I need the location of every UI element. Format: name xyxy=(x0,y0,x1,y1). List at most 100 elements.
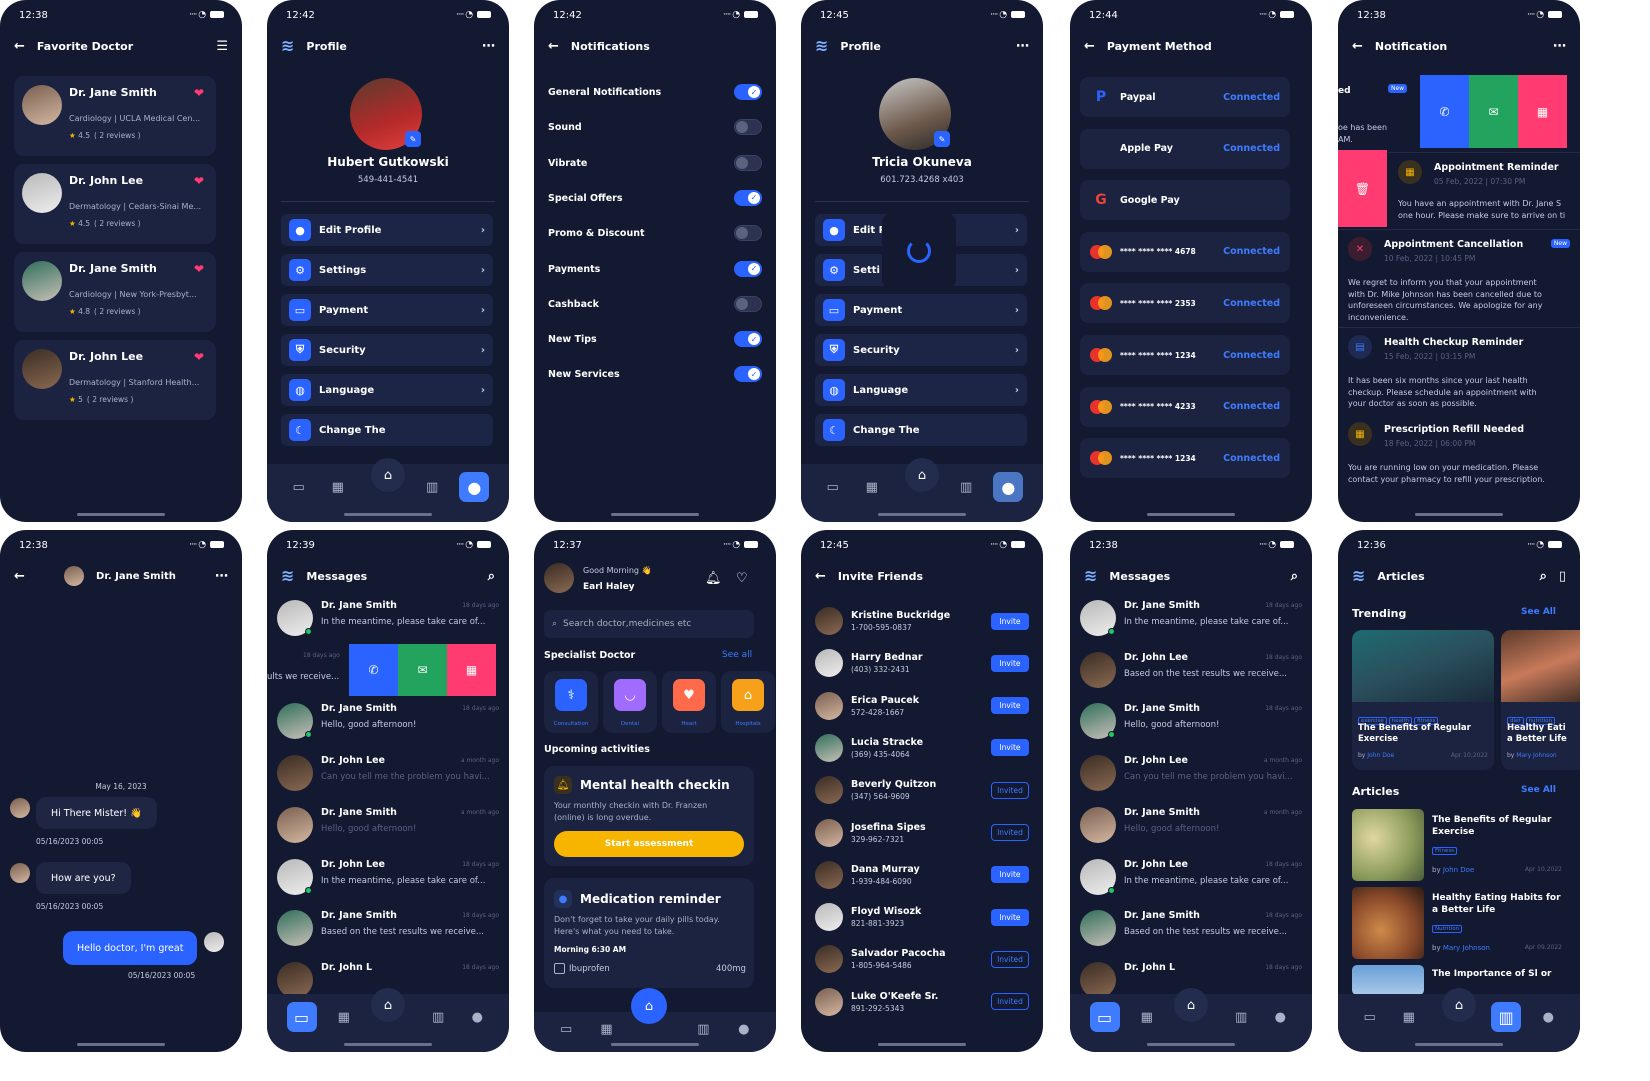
message-row[interactable]: Dr. John Lee Can you tell me the problem … xyxy=(267,747,509,799)
profile-icon[interactable]: ● xyxy=(465,1010,489,1025)
setting-toggle[interactable]: ✓ xyxy=(734,260,762,277)
start-assessment-button[interactable]: Start assessment xyxy=(554,831,744,857)
payment-method-row[interactable]: Apple Pay Connected xyxy=(1080,128,1290,169)
setting-toggle[interactable]: ✓ xyxy=(734,189,762,206)
menu-item[interactable]: ▭ Payment › xyxy=(815,294,1027,326)
hospital-icon[interactable]: ▥ xyxy=(1491,1002,1522,1032)
menu-item[interactable]: ◍ Language › xyxy=(281,374,493,406)
search-icon[interactable]: ⌕ xyxy=(488,570,495,583)
bookmark-icon[interactable]: ▯ xyxy=(1559,570,1566,583)
message-row[interactable]: Dr. Jane Smith Based on the test results … xyxy=(267,902,509,954)
bell-icon[interactable]: 🔔︎ xyxy=(705,572,722,585)
message-row[interactable]: Dr. John Lee In the meantime, please take… xyxy=(1070,851,1312,903)
back-arrow-icon[interactable]: ← xyxy=(14,570,25,583)
category-card[interactable]: ⚕ Consultation xyxy=(544,671,598,733)
more-icon[interactable]: ⋯ xyxy=(215,570,228,583)
calendar-icon[interactable]: ▦ xyxy=(332,1010,356,1025)
chat-icon[interactable]: ▭ xyxy=(821,480,845,495)
medication-checkbox[interactable] xyxy=(554,963,565,974)
invited-button[interactable]: Invited xyxy=(991,824,1029,841)
invited-button[interactable]: Invited xyxy=(991,781,1029,799)
profile-icon[interactable]: ● xyxy=(993,472,1024,502)
setting-toggle[interactable] xyxy=(734,154,762,171)
message-row[interactable]: Dr. Jane Smith Hello, good afternoon! 18 d… xyxy=(267,695,509,747)
chat-icon[interactable]: ▭ xyxy=(287,480,311,495)
calendar-icon[interactable]: ▦ xyxy=(326,480,350,495)
doctor-card[interactable]: Dr. John Lee ❤ Dermatology | Stanford Heal… xyxy=(14,340,216,420)
notification-item[interactable]: ✕ Appointment Cancellation 10 Feb, 2022 | … xyxy=(1338,229,1580,327)
notification-item[interactable]: ▦ Prescription Refill Needed 18 Feb, 2022 … xyxy=(1338,422,1580,512)
invited-button[interactable]: Invited xyxy=(991,993,1029,1011)
back-arrow-icon[interactable]: ← xyxy=(1352,40,1363,53)
message-row[interactable]: 18 days ago ults we receive... ✆ ✉ ▦ xyxy=(267,643,509,696)
delete-action-button[interactable]: 🗑 xyxy=(1338,150,1387,227)
menu-item[interactable]: ☾ Change The xyxy=(815,414,1027,446)
invite-button[interactable]: Invite xyxy=(991,739,1029,757)
heart-icon[interactable]: ❤ xyxy=(194,350,204,364)
invite-button[interactable]: Invite xyxy=(991,654,1029,672)
home-icon[interactable]: ⌂ xyxy=(371,988,405,1022)
invite-button[interactable]: Invite xyxy=(991,697,1029,715)
swiped-notification[interactable]: ed New oe has been AM. xyxy=(1338,76,1420,148)
setting-toggle[interactable] xyxy=(734,225,762,242)
calendar-action-button[interactable]: ▦ xyxy=(1518,75,1567,148)
message-row[interactable]: Dr. John Lee Based on the test results we… xyxy=(1070,644,1312,696)
setting-toggle[interactable] xyxy=(734,119,762,136)
home-icon[interactable]: ⌂ xyxy=(371,458,405,492)
message-row[interactable]: Dr. Jane Smith Hello, good afternoon! 18 d… xyxy=(1070,695,1312,747)
menu-item[interactable]: ⚙ Settings › xyxy=(281,254,493,286)
profile-icon[interactable]: ● xyxy=(1268,1010,1292,1025)
message-row[interactable]: Dr. Jane Smith In the meantime, please ta… xyxy=(1070,592,1312,644)
profile-icon[interactable]: ● xyxy=(1536,1010,1560,1025)
menu-item[interactable]: ⛨ Security › xyxy=(281,334,493,366)
hospital-icon[interactable]: ▥ xyxy=(420,480,444,495)
heart-icon[interactable]: ❤ xyxy=(194,262,204,276)
menu-item[interactable]: ⛨ Security › xyxy=(815,334,1027,366)
calendar-icon[interactable]: ▦ xyxy=(860,480,884,495)
setting-toggle[interactable] xyxy=(734,295,762,312)
message-row[interactable]: Dr. Jane Smith Hello, good afternoon! a mo… xyxy=(267,799,509,851)
more-icon[interactable]: ⋯ xyxy=(482,40,495,53)
edit-avatar-button[interactable]: ✎ xyxy=(405,131,421,147)
invited-button[interactable]: Invited xyxy=(991,950,1029,968)
see-all-link[interactable]: See all xyxy=(722,650,752,660)
back-arrow-icon[interactable]: ← xyxy=(14,40,25,53)
doctor-card[interactable]: Dr. John Lee ❤ Dermatology | Cedars-Sinai … xyxy=(14,164,216,244)
home-icon[interactable]: ⌂ xyxy=(905,458,939,492)
invite-button[interactable]: Invite xyxy=(991,612,1029,630)
menu-item[interactable]: ◍ Language › xyxy=(815,374,1027,406)
home-icon[interactable]: ⌂ xyxy=(1174,988,1208,1022)
trending-card[interactable]: exercise health fitness The Benefits of Re… xyxy=(1352,630,1494,770)
home-button[interactable]: ⌂ xyxy=(631,988,667,1024)
trending-card[interactable]: diet nutrition Healthy Eati a Better Life… xyxy=(1501,630,1580,770)
doctor-card[interactable]: Dr. Jane Smith ❤ Cardiology | New York-Pre… xyxy=(14,252,216,332)
setting-toggle[interactable]: ✓ xyxy=(734,84,762,100)
heart-icon[interactable]: ♡ xyxy=(736,572,748,585)
search-icon[interactable]: ⌕ xyxy=(1540,570,1547,583)
edit-avatar-button[interactable]: ✎ xyxy=(934,131,950,147)
search-input[interactable]: ⌕ Search doctor,medicines etc xyxy=(544,610,754,638)
calendar-icon[interactable]: ▦ xyxy=(595,1022,619,1037)
article-row[interactable]: The Benefits of Regular Exercise Fitness… xyxy=(1352,809,1566,881)
payment-method-row[interactable]: **** **** **** 2353 Connected xyxy=(1080,283,1290,324)
payment-method-row[interactable]: **** **** **** 4678 Connected xyxy=(1080,231,1290,272)
hospital-icon[interactable]: ▥ xyxy=(1229,1010,1253,1025)
back-arrow-icon[interactable]: ← xyxy=(548,40,559,53)
setting-toggle[interactable]: ✓ xyxy=(734,366,762,383)
chat-icon[interactable]: ▭ xyxy=(286,1002,317,1032)
chat-icon[interactable]: ▭ xyxy=(554,1022,578,1037)
category-card[interactable]: ♥ Heart xyxy=(662,671,716,733)
more-icon[interactable]: ⋯ xyxy=(1016,40,1029,53)
call-action-button[interactable]: ✆ xyxy=(1420,75,1469,148)
mail-action-button[interactable]: ✉ xyxy=(398,643,447,696)
see-all-link[interactable]: See All xyxy=(1521,785,1556,795)
hospital-icon[interactable]: ▥ xyxy=(954,480,978,495)
invite-button[interactable]: Invite xyxy=(991,908,1029,926)
hospital-icon[interactable]: ▥ xyxy=(691,1022,715,1037)
message-row[interactable]: Dr. Jane Smith In the meantime, please ta… xyxy=(267,592,509,644)
calendar-icon[interactable]: ▦ xyxy=(1397,1010,1421,1025)
back-arrow-icon[interactable]: ← xyxy=(1084,40,1095,53)
profile-icon[interactable]: ● xyxy=(459,472,490,502)
calendar-action-button[interactable]: ▦ xyxy=(447,643,496,696)
hospital-icon[interactable]: ▥ xyxy=(426,1010,450,1025)
